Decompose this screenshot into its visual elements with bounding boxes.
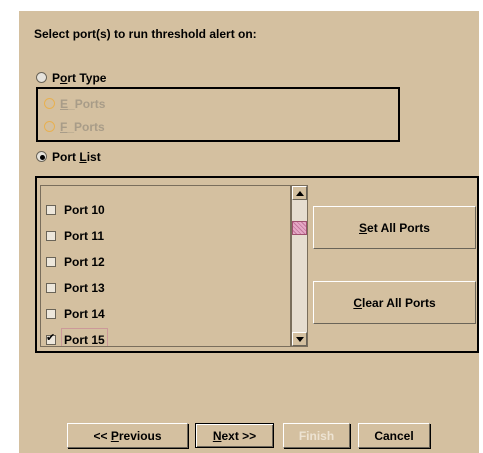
previous-label: << Previous — [93, 428, 162, 443]
f-ports-radio — [44, 121, 55, 132]
port-type-label: Port Type — [52, 71, 107, 85]
arrow-up-icon — [295, 190, 304, 196]
port-list[interactable]: Port 10 Port 11 Port 12 Port 13 Port 14 … — [40, 185, 291, 347]
port-12-label: Port 12 — [64, 255, 105, 269]
e-ports-radio — [44, 98, 55, 109]
f-ports-label: F_Ports — [60, 120, 105, 134]
port-14-label: Port 14 — [64, 307, 105, 321]
wizard-panel: Select port(s) to run threshold alert on… — [19, 11, 479, 413]
port-type-group: E_Ports F_Ports — [36, 87, 400, 142]
previous-button[interactable]: << Previous — [67, 423, 188, 448]
port-type-radio[interactable] — [36, 72, 47, 83]
port-list-radio[interactable] — [36, 151, 47, 162]
port-10-checkbox[interactable] — [46, 205, 56, 215]
next-label: Next >> — [212, 428, 257, 443]
port-15-label: Port 15 — [61, 328, 108, 346]
port-13-label: Port 13 — [64, 281, 105, 295]
finish-label: Finish — [298, 428, 335, 443]
wizard-button-bar: << Previous Next >> Finish Cancel — [19, 413, 479, 453]
set-all-ports-label: Set All Ports — [359, 220, 430, 235]
clear-all-ports-label: Clear All Ports — [353, 295, 436, 310]
set-all-ports-button[interactable]: Set All Ports — [313, 206, 476, 249]
port-list-scrollbar[interactable] — [291, 185, 308, 347]
arrow-down-icon — [295, 336, 304, 342]
port-12-checkbox[interactable] — [46, 257, 56, 267]
port-14-checkbox[interactable] — [46, 309, 56, 319]
cancel-label: Cancel — [374, 428, 414, 443]
port-10-label: Port 10 — [64, 203, 105, 217]
port-15-checkbox[interactable] — [46, 331, 56, 345]
clear-all-ports-button[interactable]: Clear All Ports — [313, 281, 476, 324]
port-13-checkbox[interactable] — [46, 283, 56, 293]
cancel-button[interactable]: Cancel — [358, 423, 430, 448]
port-list-label: Port List — [52, 150, 101, 164]
next-button[interactable]: Next >> — [195, 423, 274, 448]
port-11-checkbox[interactable] — [46, 231, 56, 241]
finish-button: Finish — [283, 423, 350, 448]
scroll-thumb[interactable] — [292, 221, 307, 235]
e-ports-label: E_Ports — [60, 97, 106, 111]
page-heading: Select port(s) to run threshold alert on… — [34, 27, 257, 41]
scroll-down-button[interactable] — [292, 332, 307, 346]
scroll-up-button[interactable] — [292, 186, 307, 200]
port-11-label: Port 11 — [64, 229, 105, 243]
